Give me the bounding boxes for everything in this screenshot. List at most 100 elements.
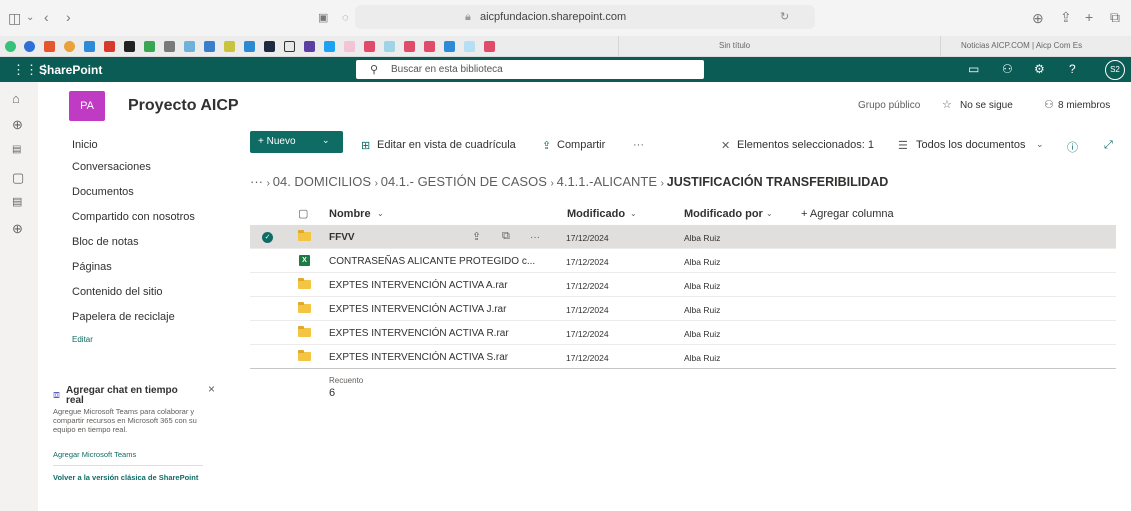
column-modified[interactable]: Modificado bbox=[567, 208, 625, 220]
favorite-icon[interactable] bbox=[244, 41, 255, 52]
reload-icon[interactable]: ↻ bbox=[780, 10, 789, 23]
modified-by[interactable]: Alba Ruiz bbox=[684, 257, 720, 267]
column-modified-by[interactable]: Modificado por bbox=[684, 208, 763, 220]
favorite-icon[interactable] bbox=[484, 41, 495, 52]
view-selector[interactable]: Todos los documentos bbox=[916, 139, 1025, 151]
share-icon[interactable]: ⇪ bbox=[1060, 10, 1072, 24]
search-input[interactable]: ⚲ Buscar en esta biblioteca bbox=[356, 60, 704, 79]
favorite-icon[interactable] bbox=[24, 41, 35, 52]
table-row[interactable]: X CONTRASEÑAS ALICANTE PROTEGIDO c... 17… bbox=[250, 249, 1116, 273]
modified-by[interactable]: Alba Ruiz bbox=[684, 305, 720, 315]
favorite-icon[interactable] bbox=[304, 41, 315, 52]
sidebar-toggle-icon[interactable]: ◫ bbox=[8, 11, 21, 25]
globe-icon[interactable]: ⊕ bbox=[12, 117, 23, 133]
nav-item-papelera[interactable]: Papelera de reciclaje bbox=[72, 311, 175, 323]
star-icon[interactable]: ☆ bbox=[942, 98, 952, 111]
file-name[interactable]: EXPTES INTERVENCIÓN ACTIVA J.rar bbox=[329, 304, 506, 315]
chevron-down-icon[interactable]: ⌄ bbox=[377, 209, 384, 218]
list-icon[interactable]: ▤ bbox=[12, 195, 22, 208]
nav-item-inicio[interactable]: Inicio bbox=[72, 139, 98, 151]
favorite-icon[interactable] bbox=[164, 41, 175, 52]
site-logo[interactable]: PA bbox=[69, 91, 105, 121]
favorite-icon[interactable] bbox=[104, 41, 115, 52]
favorite-icon[interactable] bbox=[264, 41, 275, 52]
nav-item-compartido[interactable]: Compartido con nosotros bbox=[72, 211, 195, 223]
favorite-icon[interactable] bbox=[384, 41, 395, 52]
tab-icon[interactable]: ▣ bbox=[318, 11, 328, 25]
chevron-down-icon[interactable]: ⌄ bbox=[26, 11, 34, 25]
favorite-icon[interactable] bbox=[184, 41, 195, 52]
favorite-icon[interactable] bbox=[444, 41, 455, 52]
breadcrumb-item[interactable]: 04.1.- GESTIÓN DE CASOS bbox=[381, 174, 547, 189]
chevron-down-icon[interactable]: ⌄ bbox=[1036, 139, 1044, 150]
create-icon[interactable]: ⊕ bbox=[12, 221, 23, 237]
favorite-icon[interactable] bbox=[64, 41, 75, 52]
nav-item-contenido[interactable]: Contenido del sitio bbox=[72, 286, 163, 298]
file-name[interactable]: EXPTES INTERVENCIÓN ACTIVA R.rar bbox=[329, 328, 509, 339]
check-icon[interactable]: ✓ bbox=[262, 232, 273, 243]
grid-edit-button[interactable]: Editar en vista de cuadrícula bbox=[377, 139, 516, 151]
more-icon[interactable]: ··· bbox=[530, 232, 540, 243]
modified-by[interactable]: Alba Ruiz bbox=[684, 233, 720, 243]
favorite-icon[interactable] bbox=[464, 41, 475, 52]
news-icon[interactable]: ▤ bbox=[12, 144, 21, 155]
nav-item-paginas[interactable]: Páginas bbox=[72, 261, 112, 273]
file-name[interactable]: FFVV bbox=[329, 232, 355, 243]
new-tab-icon[interactable]: + bbox=[1085, 10, 1093, 24]
file-name[interactable]: EXPTES INTERVENCIÓN ACTIVA S.rar bbox=[329, 352, 508, 363]
favorite-icon[interactable] bbox=[344, 41, 355, 52]
favorite-icon[interactable] bbox=[424, 41, 435, 52]
share-icon[interactable]: ⇪ bbox=[472, 230, 481, 243]
chevron-down-icon[interactable]: ⌄ bbox=[766, 209, 773, 218]
breadcrumb-item[interactable]: 04. DOMICILIOS bbox=[273, 174, 371, 189]
help-icon[interactable]: ? bbox=[1069, 62, 1076, 76]
column-name[interactable]: Nombre bbox=[329, 208, 371, 220]
table-row[interactable]: EXPTES INTERVENCIÓN ACTIVA J.rar 17/12/2… bbox=[250, 297, 1116, 321]
members-button[interactable]: 8 miembros bbox=[1058, 100, 1110, 111]
classic-link[interactable]: Volver a la versión clásica de SharePoin… bbox=[53, 474, 203, 482]
modified-by[interactable]: Alba Ruiz bbox=[684, 329, 720, 339]
chevron-down-icon[interactable]: ⌄ bbox=[630, 209, 637, 218]
share-button[interactable]: Compartir bbox=[557, 139, 605, 151]
site-title[interactable]: Proyecto AICP bbox=[128, 97, 239, 115]
tab-right[interactable]: Noticias AICP.COM | Aicp Com Es bbox=[940, 36, 1131, 56]
favorite-icon[interactable] bbox=[404, 41, 415, 52]
table-row[interactable]: EXPTES INTERVENCIÓN ACTIVA R.rar 17/12/2… bbox=[250, 321, 1116, 345]
favorite-icon[interactable] bbox=[124, 41, 135, 52]
file-name[interactable]: CONTRASEÑAS ALICANTE PROTEGIDO c... bbox=[329, 256, 535, 267]
favorite-icon[interactable] bbox=[5, 41, 16, 52]
tab-left[interactable]: Sin título bbox=[618, 36, 888, 56]
chat-icon[interactable]: ▭ bbox=[968, 62, 979, 76]
copy-link-icon[interactable]: ⧉ bbox=[502, 230, 510, 243]
back-icon[interactable]: ‹ bbox=[44, 10, 49, 24]
tabs-overview-icon[interactable]: ⧉ bbox=[1110, 10, 1120, 24]
avatar[interactable]: S2 bbox=[1105, 60, 1125, 80]
forward-icon[interactable]: › bbox=[66, 10, 71, 24]
favorite-icon[interactable] bbox=[84, 41, 95, 52]
favorite-icon[interactable] bbox=[144, 41, 155, 52]
follow-button[interactable]: No se sigue bbox=[960, 100, 1013, 111]
modified-by[interactable]: Alba Ruiz bbox=[684, 353, 720, 363]
gear-icon[interactable]: ⚙ bbox=[1034, 62, 1045, 76]
favorite-icon[interactable] bbox=[284, 41, 295, 52]
favorite-icon[interactable] bbox=[324, 41, 335, 52]
favorite-icon[interactable] bbox=[204, 41, 215, 52]
download-icon[interactable]: ⊕ bbox=[1032, 11, 1044, 25]
favorite-icon[interactable] bbox=[224, 41, 235, 52]
members-icon[interactable]: ⚇ bbox=[1044, 98, 1054, 111]
modified-by[interactable]: Alba Ruiz bbox=[684, 281, 720, 291]
more-button[interactable]: ··· bbox=[633, 139, 644, 151]
table-row[interactable]: ✓ FFVV ⇪ ⧉ ··· 17/12/2024 Alba Ruiz bbox=[250, 225, 1116, 249]
info-icon[interactable]: ⓘ bbox=[1067, 139, 1078, 155]
expand-icon[interactable]: ⤢ bbox=[1104, 139, 1113, 152]
nav-item-bloc-notas[interactable]: Bloc de notas bbox=[72, 236, 139, 248]
shield-icon[interactable]: ◌ bbox=[342, 11, 349, 25]
address-bar[interactable]: 🔒︎ aicpfundacion.sharepoint.com ↻ bbox=[355, 5, 815, 29]
home-icon[interactable]: ⌂ bbox=[12, 91, 20, 106]
clear-selection-icon[interactable]: ✕ bbox=[721, 139, 730, 152]
document-icon[interactable]: ▢ bbox=[12, 170, 24, 186]
edit-nav-link[interactable]: Editar bbox=[72, 335, 93, 344]
breadcrumb-item[interactable]: 4.1.1.-ALICANTE bbox=[557, 174, 657, 189]
favorite-icon[interactable] bbox=[364, 41, 375, 52]
breadcrumb-ellipsis[interactable]: ··· bbox=[250, 174, 263, 189]
